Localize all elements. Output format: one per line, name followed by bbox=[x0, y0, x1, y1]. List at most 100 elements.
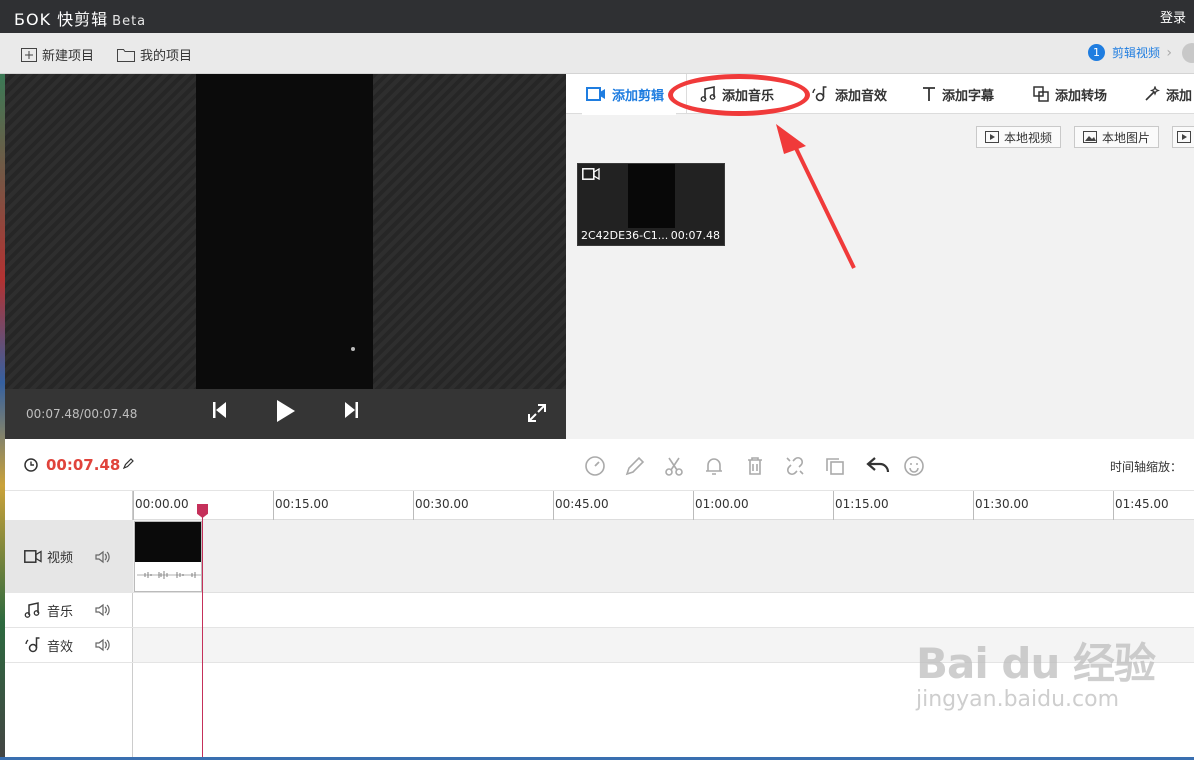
watermark-logo: Bai du 经验 bbox=[916, 639, 1156, 688]
previous-frame-button[interactable] bbox=[213, 402, 227, 422]
track-label-music[interactable]: 音乐 bbox=[5, 593, 133, 628]
bell-icon[interactable] bbox=[703, 455, 725, 477]
track-label-video[interactable]: 视频 bbox=[5, 520, 133, 593]
pencil-icon[interactable] bbox=[624, 455, 646, 477]
more-source-button[interactable] bbox=[1172, 126, 1194, 148]
fullscreen-button[interactable] bbox=[528, 404, 546, 426]
step-label: 剪辑视频 bbox=[1111, 46, 1160, 60]
tab-label: 添加字幕 bbox=[942, 88, 995, 104]
clock-icon bbox=[24, 458, 38, 472]
clip-video-thumbnail bbox=[135, 522, 201, 562]
scissors-icon[interactable] bbox=[663, 455, 685, 477]
tab-label: 添加 bbox=[1166, 88, 1193, 104]
tab-label: 添加剪辑 bbox=[612, 88, 665, 104]
video-track[interactable] bbox=[133, 520, 1194, 593]
undo-icon[interactable] bbox=[866, 455, 890, 477]
delete-icon[interactable] bbox=[744, 455, 766, 477]
tab-add-sound-effect[interactable]: 添加音效 bbox=[811, 74, 887, 114]
track-header-column: 视频 音乐 音效 bbox=[5, 491, 133, 760]
play-icon bbox=[277, 400, 295, 422]
track-name: 音乐 bbox=[47, 604, 74, 620]
local-image-button[interactable]: 本地图片 bbox=[1074, 126, 1160, 148]
timeline-header: 00:07.48 时间轴缩放： bbox=[5, 439, 1194, 491]
timeline-ruler[interactable]: 00:00.00 00:15.00 00:30.00 00:45.00 01:0… bbox=[133, 491, 1194, 520]
new-project-button[interactable]: 新建项目 bbox=[21, 45, 94, 64]
play-box-icon bbox=[1177, 131, 1191, 143]
video-camera-icon bbox=[582, 168, 600, 180]
video-light-spot bbox=[351, 347, 355, 351]
video-frame bbox=[196, 74, 373, 389]
magic-wand-icon bbox=[1145, 86, 1160, 101]
image-icon bbox=[1083, 131, 1097, 143]
baidu-watermark: Bai du 经验 jingyan.baidu.com bbox=[916, 630, 1156, 712]
login-button[interactable]: 登录 bbox=[1160, 7, 1186, 26]
ruler-tick: 00:30.00 bbox=[413, 491, 469, 520]
video-camera-icon bbox=[586, 87, 605, 101]
tab-add-transition[interactable]: 添加转场 bbox=[1033, 74, 1107, 114]
fullscreen-icon bbox=[528, 404, 546, 422]
ruler-tick: 01:45.00 bbox=[1113, 491, 1169, 520]
music-track[interactable] bbox=[133, 593, 1194, 628]
sound-effect-icon bbox=[812, 86, 827, 102]
tab-add-clip[interactable]: 添加剪辑 bbox=[581, 74, 677, 115]
title-bar: ƂOK 快剪辑 Beta 登录 bbox=[0, 0, 1194, 33]
library-clip[interactable]: 2C42DE36-C1... 00:07.48 bbox=[577, 163, 725, 246]
local-video-button[interactable]: 本地视频 bbox=[976, 126, 1062, 148]
ruler-label: 00:45.00 bbox=[555, 497, 609, 511]
logo-mark: ƂOK bbox=[14, 10, 52, 29]
ruler-label: 01:30.00 bbox=[975, 497, 1029, 511]
step-number: 1 bbox=[1087, 44, 1105, 61]
new-project-label: 新建项目 bbox=[42, 49, 95, 64]
next-step-circle[interactable] bbox=[1182, 43, 1194, 63]
current-time: 00:07.48 bbox=[46, 456, 121, 474]
ruler-tick: 00:15.00 bbox=[273, 491, 329, 520]
unlink-icon[interactable] bbox=[784, 455, 806, 477]
sticker-icon[interactable] bbox=[903, 455, 925, 477]
my-projects-label: 我的项目 bbox=[140, 49, 193, 64]
local-video-label: 本地视频 bbox=[1004, 130, 1053, 145]
tab-label: 添加转场 bbox=[1055, 88, 1108, 104]
volume-icon[interactable] bbox=[95, 638, 111, 652]
plus-box-icon bbox=[21, 47, 37, 62]
clip-duration: 00:07.48 bbox=[670, 229, 720, 242]
track-name: 音效 bbox=[47, 639, 74, 655]
track-label-sound-effect[interactable]: 音效 bbox=[5, 628, 133, 663]
transition-icon bbox=[1033, 86, 1049, 102]
timeline-video-clip[interactable] bbox=[134, 521, 202, 592]
play-button[interactable] bbox=[277, 400, 295, 426]
skip-back-icon bbox=[213, 402, 226, 418]
tab-add-subtitle[interactable]: 添加字幕 bbox=[922, 74, 994, 114]
next-frame-button[interactable] bbox=[344, 402, 358, 422]
skip-forward-icon bbox=[345, 402, 358, 418]
player-controls: 00:07.48/00:07.48 bbox=[5, 389, 566, 439]
app-title: 快剪辑 bbox=[57, 10, 109, 29]
local-image-label: 本地图片 bbox=[1102, 130, 1151, 145]
preview-timecode: 00:07.48/00:07.48 bbox=[26, 407, 138, 421]
volume-icon[interactable] bbox=[95, 603, 111, 617]
volume-icon[interactable] bbox=[95, 550, 111, 564]
ruler-label: 01:45.00 bbox=[1115, 497, 1169, 511]
edit-time-icon[interactable] bbox=[123, 458, 134, 469]
my-projects-button[interactable]: 我的项目 bbox=[117, 45, 192, 64]
music-note-icon bbox=[24, 602, 40, 618]
text-icon bbox=[923, 87, 935, 101]
ruler-label: 01:00.00 bbox=[695, 497, 749, 511]
timeline-zoom-label: 时间轴缩放： bbox=[1109, 460, 1182, 474]
copy-icon[interactable] bbox=[824, 455, 846, 477]
track-name: 视频 bbox=[47, 551, 74, 566]
main-toolbar: 新建项目 我的项目 1 剪辑视频 › bbox=[0, 33, 1194, 74]
speed-icon[interactable] bbox=[584, 455, 606, 477]
sound-effect-icon bbox=[25, 637, 40, 653]
tab-add-effect[interactable]: 添加 bbox=[1144, 74, 1192, 114]
chevron-right-icon: › bbox=[1166, 45, 1172, 61]
step-indicator[interactable]: 1 剪辑视频 bbox=[1087, 44, 1160, 61]
playhead-line bbox=[202, 504, 203, 760]
tab-bar: 添加剪辑 添加音乐 添加音效 添加字幕 添加转场 添加 bbox=[566, 74, 1194, 115]
app-logo: ƂOK 快剪辑 Beta bbox=[14, 6, 146, 30]
clip-name: 2C42DE36-C1... bbox=[581, 229, 669, 242]
audio-waveform bbox=[137, 571, 201, 579]
tab-label: 添加音效 bbox=[835, 88, 888, 104]
clip-thumbnail-frame bbox=[628, 164, 675, 228]
annotation-arrow bbox=[776, 124, 856, 269]
ruler-tick: 01:00.00 bbox=[693, 491, 749, 520]
